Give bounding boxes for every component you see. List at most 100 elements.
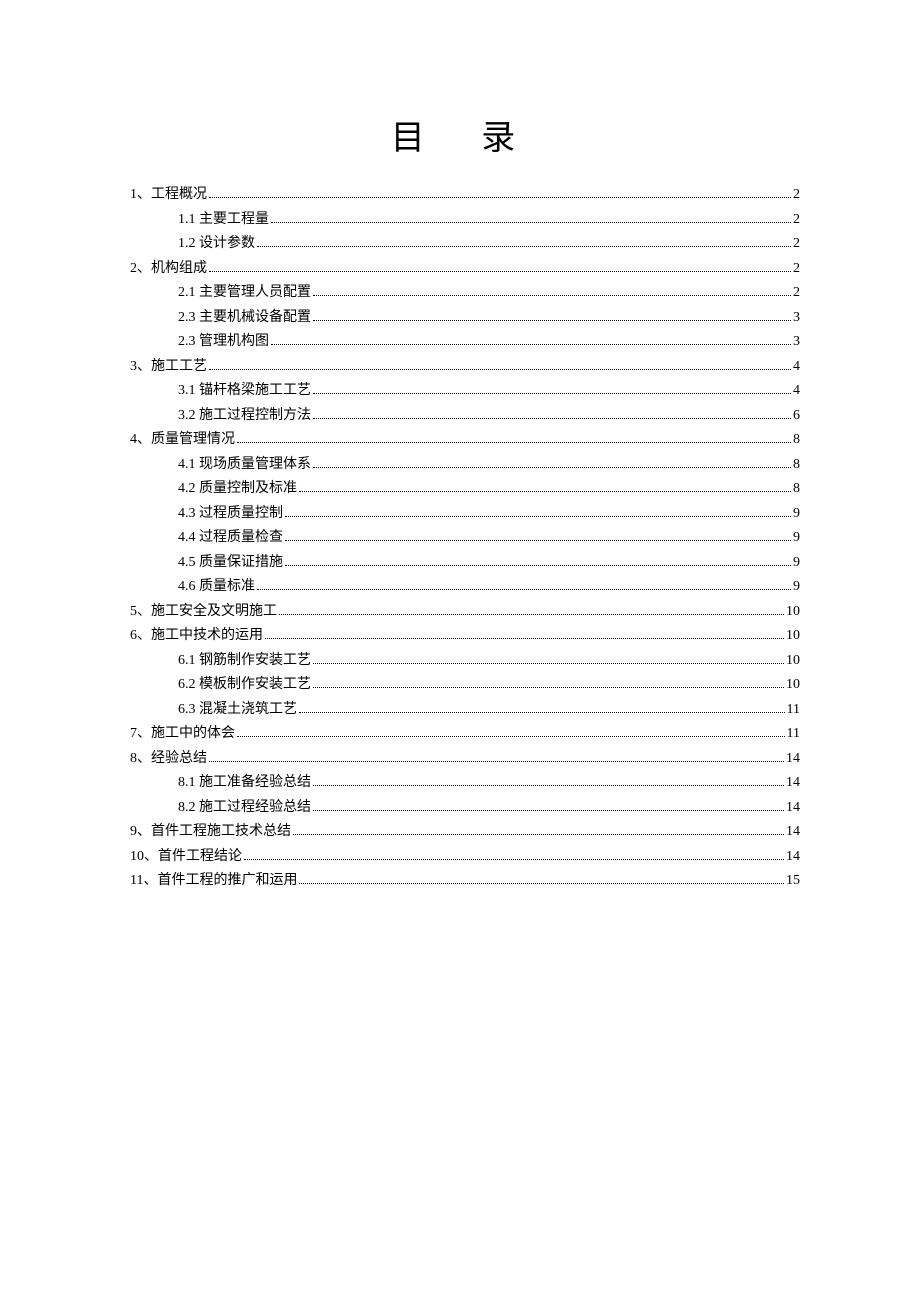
toc-entry-page: 10 (786, 600, 800, 625)
toc-entry-label: 3、施工工艺 (130, 355, 207, 380)
toc-entry: 9、首件工程施工技术总结 14 (130, 820, 800, 845)
toc-leader-dots (313, 777, 784, 786)
toc-entry: 1.2 设计参数 2 (130, 232, 800, 257)
toc-leader-dots (257, 238, 791, 247)
toc-leader-dots (209, 360, 791, 369)
toc-entry-label: 1.2 设计参数 (178, 232, 255, 257)
toc-entry-label: 6.2 模板制作安装工艺 (178, 673, 311, 698)
toc-entry-label: 8.2 施工过程经验总结 (178, 796, 311, 821)
toc-entry-page: 10 (786, 649, 800, 674)
toc-entry-page: 8 (793, 428, 800, 453)
toc-leader-dots (285, 507, 791, 516)
toc-entry-page: 2 (793, 208, 800, 233)
toc-entry: 5、施工安全及文明施工 10 (130, 600, 800, 625)
toc-entry: 2.3 管理机构图 3 (130, 330, 800, 355)
toc-entry-page: 3 (793, 306, 800, 331)
toc-entry: 4.6 质量标准 9 (130, 575, 800, 600)
toc-entry-label: 2.3 主要机械设备配置 (178, 306, 311, 331)
toc-entry-label: 11、首件工程的推广和运用 (130, 869, 297, 894)
toc-leader-dots (313, 679, 784, 688)
toc-entry-page: 10 (786, 624, 800, 649)
toc-entry: 7、施工中的体会 11 (130, 722, 800, 747)
toc-entry: 1、工程概况 2 (130, 183, 800, 208)
toc-entry-page: 8 (793, 477, 800, 502)
toc-leader-dots (285, 556, 791, 565)
toc-entry-label: 4.2 质量控制及标准 (178, 477, 297, 502)
toc-entry-page: 6 (793, 404, 800, 429)
toc-entry-page: 4 (793, 355, 800, 380)
toc-entry-label: 5、施工安全及文明施工 (130, 600, 277, 625)
toc-entry: 3.1 锚杆格梁施工工艺 4 (130, 379, 800, 404)
toc-leader-dots (313, 409, 791, 418)
toc-entry-label: 4、质量管理情况 (130, 428, 235, 453)
toc-entry: 2.3 主要机械设备配置 3 (130, 306, 800, 331)
toc-entry: 2、机构组成 2 (130, 257, 800, 282)
toc-entry-label: 2、机构组成 (130, 257, 207, 282)
toc-leader-dots (271, 213, 791, 222)
toc-leader-dots (257, 581, 791, 590)
toc-leader-dots (313, 458, 791, 467)
toc-entry: 4、质量管理情况 8 (130, 428, 800, 453)
toc-leader-dots (313, 801, 784, 810)
toc-leader-dots (237, 728, 785, 737)
toc-leader-dots (285, 532, 791, 541)
toc-entry-label: 6、施工中技术的运用 (130, 624, 263, 649)
toc-entry-label: 3.1 锚杆格梁施工工艺 (178, 379, 311, 404)
toc-entry: 8、经验总结14 (130, 747, 800, 772)
toc-leader-dots (209, 189, 791, 198)
toc-entry: 6、施工中技术的运用 10 (130, 624, 800, 649)
toc-entry-label: 6.3 混凝土浇筑工艺 (178, 698, 297, 723)
toc-leader-dots (313, 654, 784, 663)
toc-leader-dots (237, 434, 791, 443)
toc-entry-page: 11 (787, 698, 800, 723)
toc-entry-label: 4.4 过程质量检查 (178, 526, 283, 551)
toc-entry-label: 4.3 过程质量控制 (178, 502, 283, 527)
toc-entry-page: 4 (793, 379, 800, 404)
toc-entry-label: 2.1 主要管理人员配置 (178, 281, 311, 306)
toc-entry-label: 2.3 管理机构图 (178, 330, 269, 355)
toc-entry-page: 14 (786, 820, 800, 845)
toc-entry-label: 6.1 钢筋制作安装工艺 (178, 649, 311, 674)
toc-entry-label: 9、首件工程施工技术总结 (130, 820, 291, 845)
toc-leader-dots (313, 311, 791, 320)
toc-entry-page: 2 (793, 257, 800, 282)
toc-entry: 6.3 混凝土浇筑工艺 11 (130, 698, 800, 723)
toc-leader-dots (299, 483, 791, 492)
toc-leader-dots (279, 605, 784, 614)
toc-leader-dots (265, 630, 784, 639)
toc-leader-dots (244, 850, 784, 859)
toc-entry: 1.1 主要工程量2 (130, 208, 800, 233)
toc-entry: 10、首件工程结论14 (130, 845, 800, 870)
toc-leader-dots (271, 336, 791, 345)
toc-entry-page: 9 (793, 502, 800, 527)
toc-entry-label: 4.6 质量标准 (178, 575, 255, 600)
toc-entry: 3.2 施工过程控制方法 6 (130, 404, 800, 429)
toc-entry-page: 2 (793, 232, 800, 257)
toc-entry: 3、施工工艺 4 (130, 355, 800, 380)
toc-entry: 4.1 现场质量管理体系8 (130, 453, 800, 478)
toc-entry-label: 8.1 施工准备经验总结 (178, 771, 311, 796)
toc-leader-dots (299, 875, 784, 884)
toc-entry-label: 1、工程概况 (130, 183, 207, 208)
toc-leader-dots (313, 287, 791, 296)
toc-leader-dots (313, 385, 791, 394)
toc-entry-label: 3.2 施工过程控制方法 (178, 404, 311, 429)
toc-entry-page: 14 (786, 771, 800, 796)
toc-entry-label: 7、施工中的体会 (130, 722, 235, 747)
toc-entry-page: 2 (793, 281, 800, 306)
toc-entry-label: 10、首件工程结论 (130, 845, 242, 870)
toc-leader-dots (209, 752, 784, 761)
toc-entry-page: 9 (793, 551, 800, 576)
toc-entry: 4.5 质量保证措施9 (130, 551, 800, 576)
toc-entry-page: 9 (793, 526, 800, 551)
toc-leader-dots (299, 703, 785, 712)
toc-entry-page: 9 (793, 575, 800, 600)
toc-entry: 4.4 过程质量检查 9 (130, 526, 800, 551)
toc-entry-label: 4.1 现场质量管理体系 (178, 453, 311, 478)
toc-entry-page: 3 (793, 330, 800, 355)
toc-entry: 8.2 施工过程经验总结14 (130, 796, 800, 821)
toc-entry-page: 11 (787, 722, 800, 747)
toc-entry: 11、首件工程的推广和运用15 (130, 869, 800, 894)
toc-entry: 4.2 质量控制及标准 8 (130, 477, 800, 502)
toc-entry-page: 2 (793, 183, 800, 208)
